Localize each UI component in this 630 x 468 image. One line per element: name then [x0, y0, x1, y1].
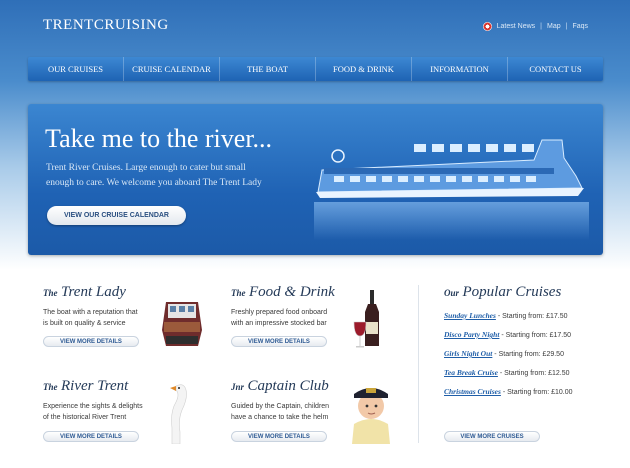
- hero-text: Trent River Cruises. Large enough to cat…: [46, 161, 301, 191]
- view-more-cruises-button[interactable]: VIEW MORE CRUISES: [444, 431, 540, 442]
- wine-image: [353, 290, 379, 348]
- nav-contact-us[interactable]: CONTACT US: [508, 57, 603, 81]
- list-item: Disco Party Night - Starting from: £17.5…: [444, 330, 572, 339]
- nav-food-drink[interactable]: FOOD & DRINK: [316, 57, 412, 81]
- nav-our-cruises[interactable]: OUR CRUISES: [28, 57, 124, 81]
- faqs-link[interactable]: Faqs: [572, 23, 588, 30]
- cruise-link[interactable]: Girls Night Out: [444, 349, 492, 358]
- map-link[interactable]: Map: [547, 23, 561, 30]
- child-image: [352, 388, 390, 444]
- list-item: Tea Break Cruise - Starting from: £12.50: [444, 368, 570, 377]
- trent-lady-details-button[interactable]: VIEW MORE DETAILS: [43, 336, 139, 347]
- popular-cruises-title: Our Popular Cruises: [444, 284, 562, 300]
- cruise-link[interactable]: Disco Party Night: [444, 330, 499, 339]
- cruise-link[interactable]: Tea Break Cruise: [444, 368, 498, 377]
- nav-cruise-calendar[interactable]: CRUISE CALENDAR: [124, 57, 220, 81]
- main-nav: OUR CRUISES CRUISE CALENDAR THE BOAT FOO…: [28, 57, 603, 81]
- trent-lady-image: [162, 302, 202, 346]
- boat-image: [314, 139, 589, 240]
- view-cruise-calendar-button[interactable]: VIEW OUR CRUISE CALENDAR: [47, 206, 186, 225]
- link-separator: |: [565, 23, 568, 30]
- hero-text-line: Trent River Cruises. Large enough to cat…: [46, 163, 246, 173]
- food-drink-details-button[interactable]: VIEW MORE DETAILS: [231, 336, 327, 347]
- hero-title: Take me to the river...: [45, 124, 273, 153]
- latest-news-link[interactable]: Latest News: [497, 23, 536, 30]
- river-trent-details-button[interactable]: VIEW MORE DETAILS: [43, 431, 139, 442]
- list-item: Christmas Cruises - Starting from: £10.0…: [444, 387, 573, 396]
- link-separator: |: [540, 23, 542, 30]
- popular-cruises-list: Sunday Lunches - Starting from: £17.50 D…: [444, 311, 614, 396]
- nav-the-boat[interactable]: THE BOAT: [220, 57, 316, 81]
- lifebuoy-icon: [482, 22, 492, 31]
- cruise-link[interactable]: Sunday Lunches: [444, 311, 496, 320]
- hero-text-line: enough to care. We welcome you aboard Th…: [46, 178, 262, 188]
- list-item: Sunday Lunches - Starting from: £17.50: [444, 311, 568, 320]
- nav-information[interactable]: INFORMATION: [412, 57, 508, 81]
- captain-club-details-button[interactable]: VIEW MORE DETAILS: [231, 431, 327, 442]
- top-links: Latest News | Map | Faqs: [482, 22, 588, 31]
- popular-cruises-section: Our Popular Cruises Sunday Lunches - Sta…: [444, 284, 614, 396]
- hero-banner: Take me to the river... Trent River Crui…: [28, 104, 603, 255]
- site-logo[interactable]: TRENTCRUISING: [43, 17, 169, 34]
- column-divider: [418, 285, 419, 443]
- list-item: Girls Night Out - Starting from: £29.50: [444, 349, 564, 358]
- cruise-link[interactable]: Christmas Cruises: [444, 387, 501, 396]
- swan-image: [170, 384, 187, 444]
